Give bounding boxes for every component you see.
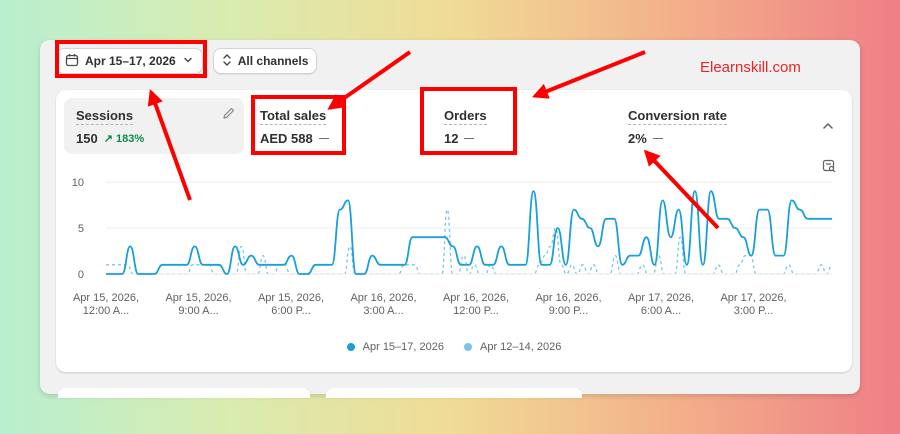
channels-button[interactable]: All channels [212,48,318,74]
x-tick-label: Apr 16, 2026, 3:00 A... [350,292,416,317]
x-tick-label: Apr 15, 2026, 12:00 A... [73,292,139,317]
highlight-box [251,95,346,155]
next-card-stub [326,388,582,398]
legend-item[interactable]: Apr 15–17, 2026 [346,341,444,353]
legend-swatch [464,343,472,351]
legend-item[interactable]: Apr 12–14, 2026 [464,341,561,353]
watermark: Elearnskill.com [700,59,801,76]
y-tick-label: 10 [72,177,84,189]
highlight-box [420,87,517,155]
chart-legend: Apr 15–17, 2026 Apr 12–14, 2026 [56,341,852,353]
channels-label: All channels [237,54,309,68]
x-tick-label: Apr 15, 2026, 9:00 A... [165,292,231,317]
legend-swatch [346,343,355,351]
series-line-current [106,190,832,275]
y-tick-label: 0 [78,269,84,281]
x-tick-label: Apr 16, 2026, 12:00 P... [443,292,509,317]
y-tick-label: 5 [78,223,84,235]
sort-updown-icon [222,53,232,70]
x-tick-label: Apr 17, 2026, 6:00 A... [628,292,694,317]
x-tick-label: Apr 17, 2026, 3:00 P... [720,292,786,317]
highlight-box [55,40,207,78]
next-card-stub [58,388,310,398]
x-tick-label: Apr 16, 2026, 9:00 P... [535,292,601,317]
x-tick-label: Apr 15, 2026, 6:00 P... [258,292,324,317]
